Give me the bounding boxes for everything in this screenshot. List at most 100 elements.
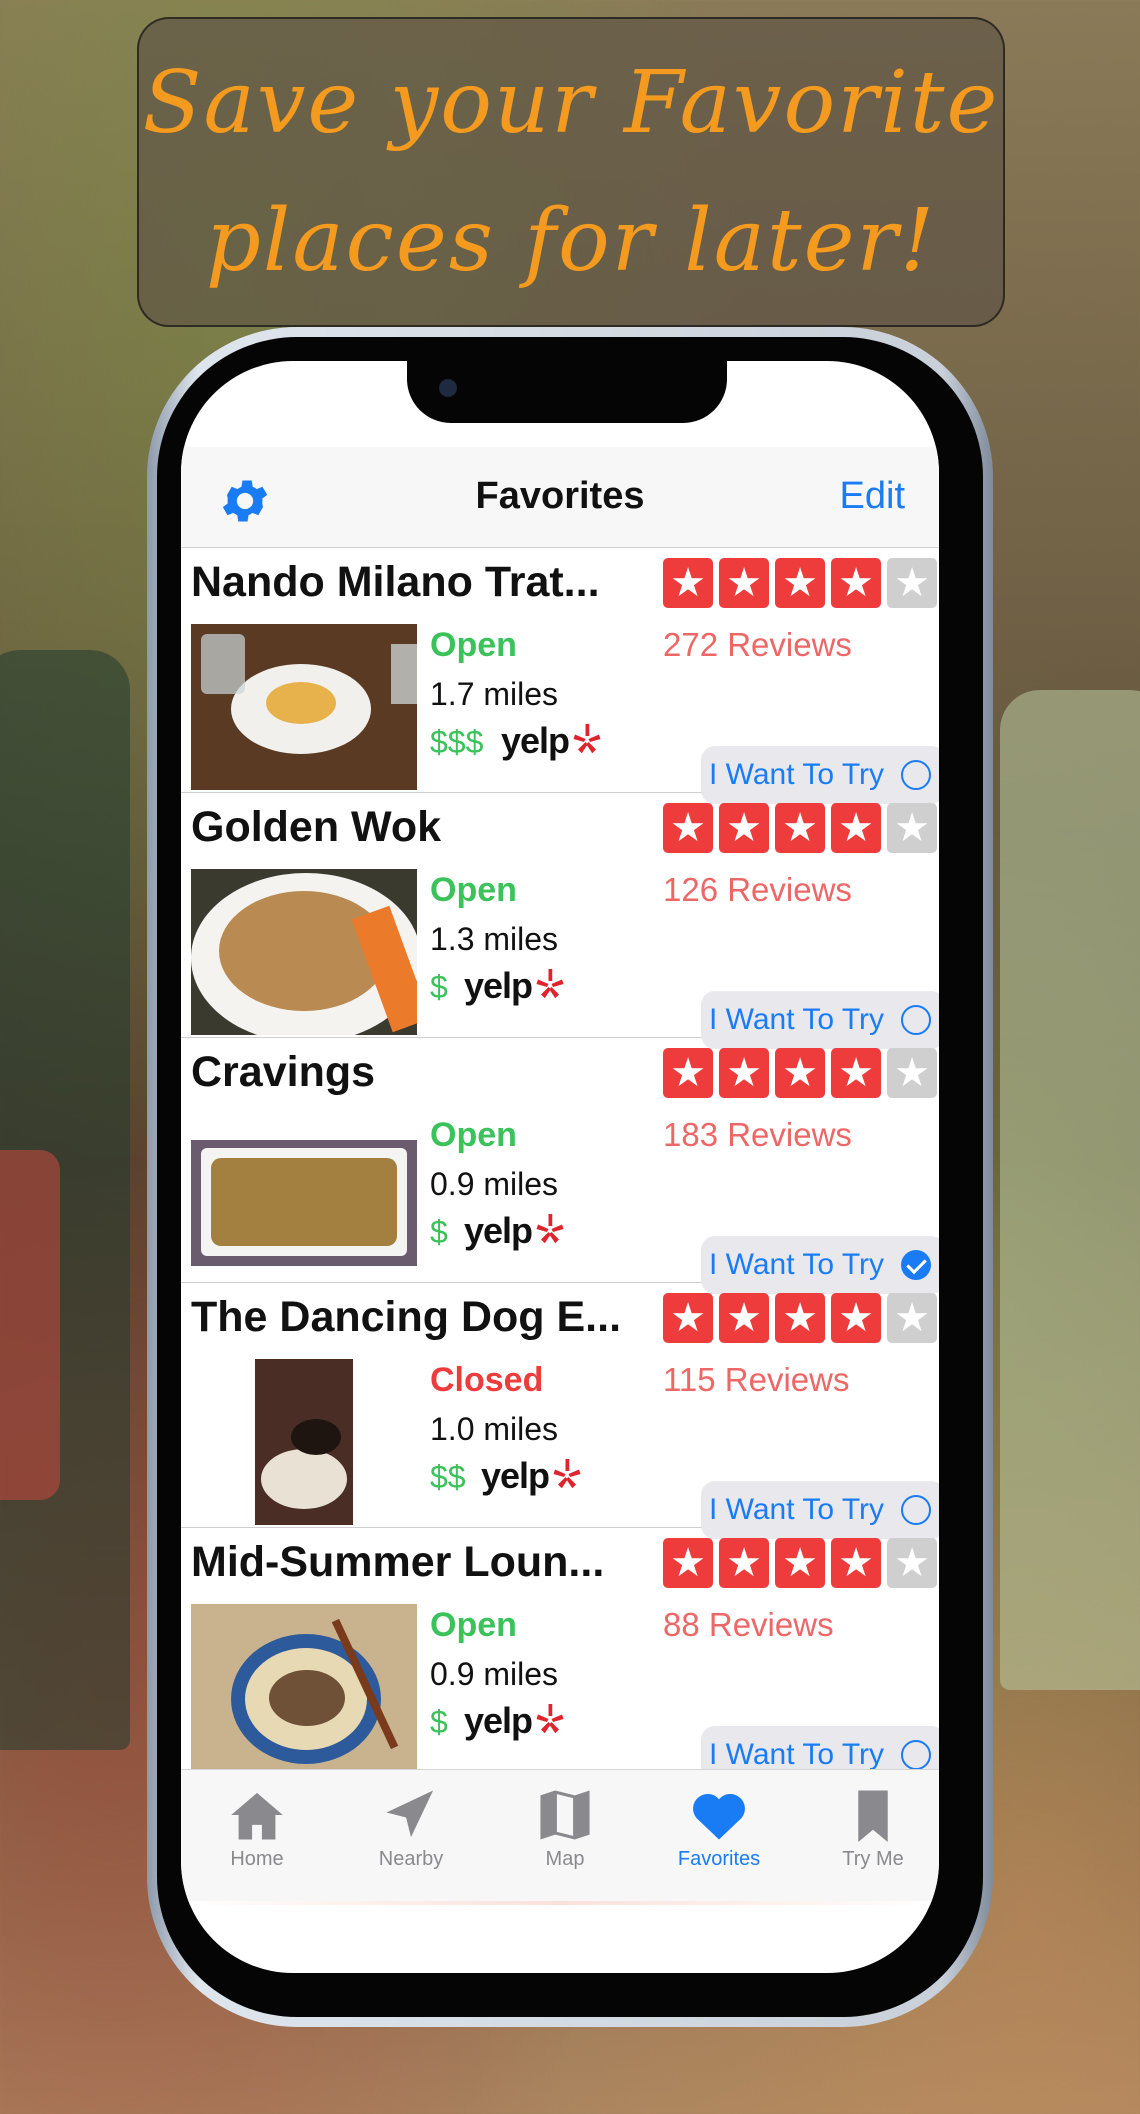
unchecked-circle-icon [901, 1005, 931, 1035]
star-empty-icon: ★ [887, 1048, 937, 1098]
star-icon: ★ [663, 558, 713, 608]
promo-line-2: places for later! [205, 191, 937, 291]
list-item[interactable]: Nando Milano Trat... ★ ★ ★ ★ ★ Open 1.7 mile… [181, 548, 939, 804]
star-empty-icon: ★ [887, 558, 937, 608]
restaurant-photo [191, 869, 417, 1035]
star-icon: ★ [831, 1048, 881, 1098]
restaurant-photo [191, 1359, 417, 1525]
distance: 1.3 miles [430, 921, 559, 957]
tab-label: Home [230, 1848, 284, 1870]
restaurant-photo [191, 624, 417, 790]
star-icon: ★ [775, 1048, 825, 1098]
location-arrow-icon [386, 1790, 434, 1838]
phone-frame: Favorites Edit Nando Milano Trat... ★ ★ ★ ★… [147, 327, 993, 2027]
favorites-list: Nando Milano Trat... ★ ★ ★ ★ ★ Open 1.7 mile… [181, 548, 939, 1784]
restaurant-photo [191, 1114, 417, 1280]
tab-nearby[interactable]: Nearby [351, 1788, 471, 1871]
distance: 0.9 miles [430, 1166, 559, 1202]
star-icon: ★ [663, 1048, 713, 1098]
navigation-bar: Favorites Edit [181, 447, 939, 548]
star-rating: ★ ★ ★ ★ ★ [663, 1538, 937, 1588]
promo-banner: Save your Favorite places for later! [137, 17, 1005, 327]
distance: 1.7 miles [430, 676, 559, 712]
star-rating: ★ ★ ★ ★ ★ [663, 1293, 937, 1343]
background-bottle [1000, 690, 1140, 1690]
list-item[interactable]: Cravings ★ ★ ★ ★ ★ Open 0.9 miles $ yelp 183… [181, 1038, 939, 1294]
home-indicator [181, 1901, 939, 1905]
star-rating: ★ ★ ★ ★ ★ [663, 803, 937, 853]
unchecked-circle-icon [901, 760, 931, 790]
star-icon: ★ [719, 558, 769, 608]
restaurant-name: The Dancing Dog E... [191, 1293, 622, 1341]
checkmark-circle-icon [901, 1250, 931, 1280]
restaurant-name: Nando Milano Trat... [191, 558, 600, 606]
star-empty-icon: ★ [887, 1293, 937, 1343]
yelp-burst-icon [536, 969, 564, 999]
star-icon: ★ [719, 1048, 769, 1098]
want-to-try-label: I Want To Try [709, 1493, 885, 1526]
page-title: Favorites [475, 475, 645, 517]
bookmark-icon [858, 1790, 888, 1842]
review-count: 126 Reviews [663, 871, 852, 908]
tab-favorites[interactable]: Favorites [659, 1788, 779, 1871]
tab-label: Favorites [677, 1848, 761, 1870]
review-count: 272 Reviews [663, 626, 852, 663]
restaurant-name: Cravings [191, 1048, 376, 1096]
review-count: 183 Reviews [663, 1116, 852, 1153]
want-to-try-label: I Want To Try [709, 1003, 885, 1036]
tab-home[interactable]: Home [197, 1788, 317, 1871]
open-status: Open [430, 1606, 517, 1644]
restaurant-name: Golden Wok [191, 803, 442, 851]
notch [407, 361, 727, 423]
price-level: $ [430, 969, 448, 1005]
map-icon [540, 1790, 590, 1840]
restaurant-name: Mid-Summer Loun... [191, 1538, 605, 1586]
star-icon: ★ [775, 558, 825, 608]
star-icon: ★ [663, 803, 713, 853]
open-status: Open [430, 1116, 517, 1154]
star-icon: ★ [719, 1293, 769, 1343]
unchecked-circle-icon [901, 1740, 931, 1770]
star-icon: ★ [663, 1293, 713, 1343]
star-icon: ★ [719, 803, 769, 853]
phone-screen: Favorites Edit Nando Milano Trat... ★ ★ ★ ★… [181, 361, 939, 1973]
promo-line-1: Save your Favorite [142, 53, 1000, 153]
distance: 1.0 miles [430, 1411, 559, 1447]
price-level: $$ [430, 1459, 466, 1495]
list-item[interactable]: The Dancing Dog E... ★ ★ ★ ★ ★ Closed 1.0 mi… [181, 1283, 939, 1539]
edit-button[interactable]: Edit [840, 475, 905, 518]
yelp-logo: yelp [501, 720, 605, 762]
heart-icon [693, 1793, 745, 1840]
open-status: Open [430, 871, 517, 909]
yelp-burst-icon [536, 1704, 564, 1734]
list-item[interactable]: Mid-Summer Loun... ★ ★ ★ ★ ★ Open 0.9 miles … [181, 1528, 939, 1784]
yelp-logo: yelp [464, 965, 568, 1007]
restaurant-photo [191, 1604, 417, 1770]
tab-bar: Home Nearby Map Favorites Try Me [181, 1769, 939, 1902]
want-to-try-label: I Want To Try [709, 758, 885, 791]
star-icon: ★ [663, 1538, 713, 1588]
tab-map[interactable]: Map [505, 1788, 625, 1871]
tab-label: Try Me [842, 1848, 904, 1870]
want-to-try-label: I Want To Try [709, 1738, 885, 1771]
star-icon: ★ [775, 1293, 825, 1343]
yelp-burst-icon [553, 1459, 581, 1489]
yelp-burst-icon [573, 724, 601, 754]
star-icon: ★ [831, 1293, 881, 1343]
star-icon: ★ [831, 558, 881, 608]
yelp-logo: yelp [481, 1455, 585, 1497]
tab-try-me[interactable]: Try Me [813, 1788, 933, 1871]
yelp-logo: yelp [464, 1700, 568, 1742]
star-rating: ★ ★ ★ ★ ★ [663, 1048, 937, 1098]
house-icon [231, 1792, 283, 1840]
star-rating: ★ ★ ★ ★ ★ [663, 558, 937, 608]
tab-label: Map [545, 1848, 585, 1870]
want-to-try-label: I Want To Try [709, 1248, 885, 1281]
price-level: $ [430, 1214, 448, 1250]
price-level: $$$ [430, 724, 484, 760]
camera-icon [439, 379, 457, 397]
yelp-burst-icon [536, 1214, 564, 1244]
list-item[interactable]: Golden Wok ★ ★ ★ ★ ★ Open 1.3 miles $ yelp 1… [181, 793, 939, 1049]
star-empty-icon: ★ [887, 1538, 937, 1588]
star-icon: ★ [775, 803, 825, 853]
